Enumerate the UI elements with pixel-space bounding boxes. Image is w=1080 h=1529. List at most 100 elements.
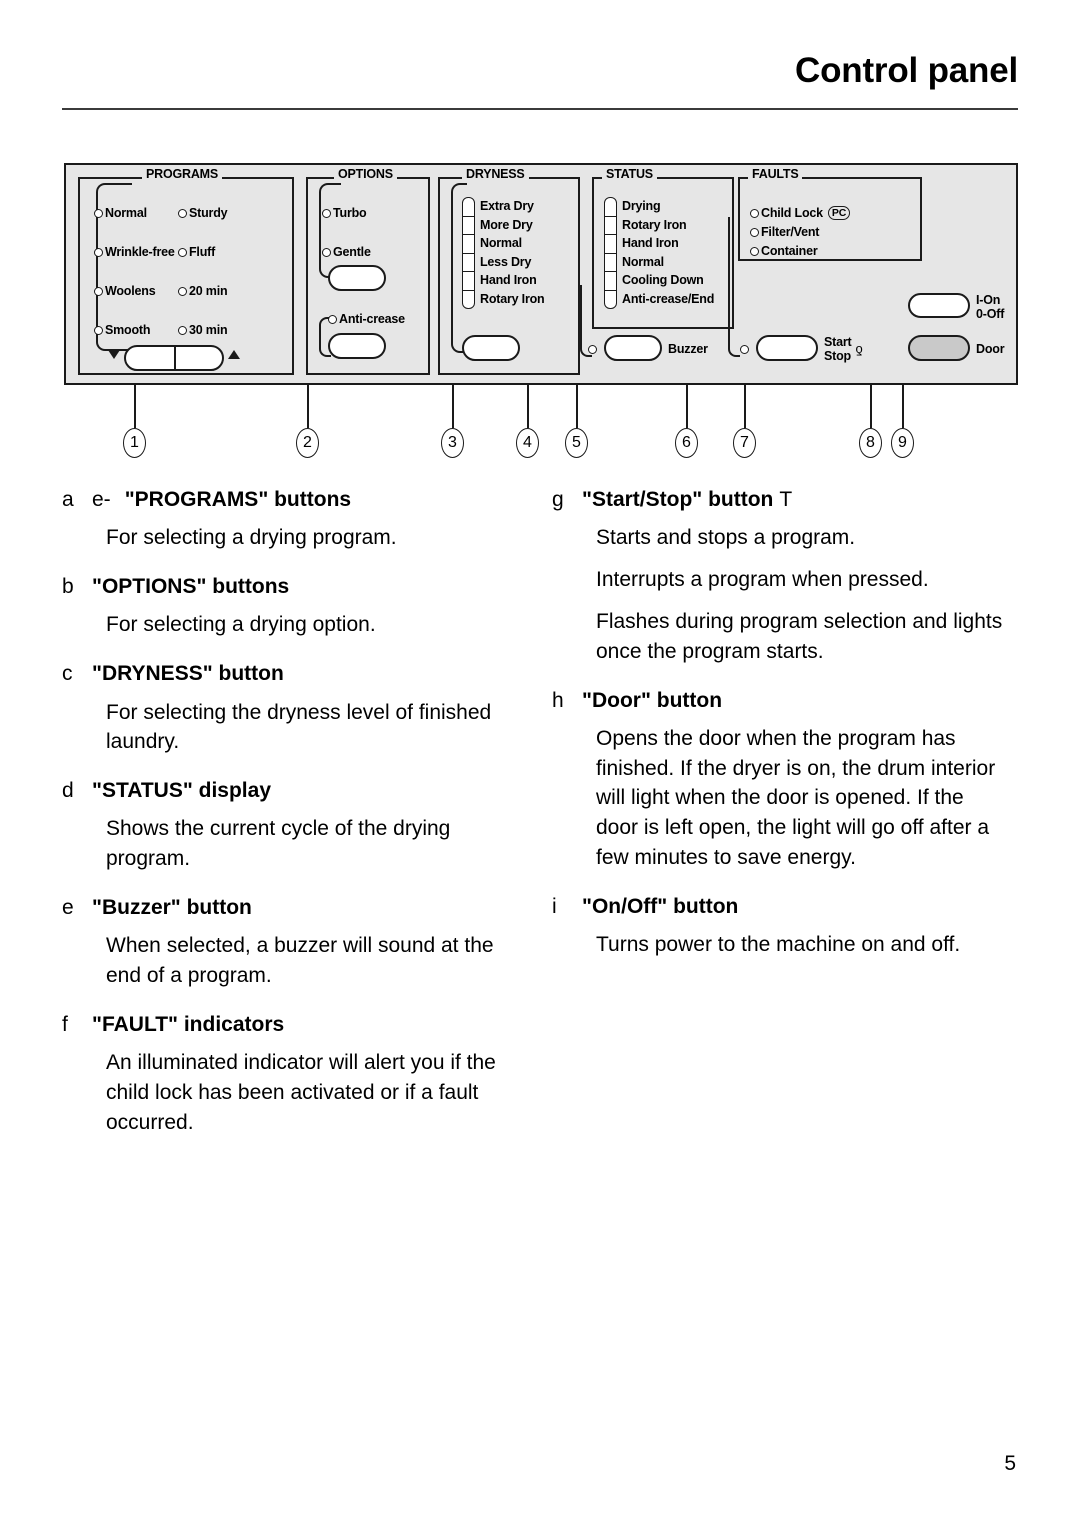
entry-g-paragraph: Interrupts a program when pressed.	[596, 568, 929, 592]
led-icon	[178, 286, 187, 296]
dryness-group-title: DRYNESS	[462, 168, 529, 181]
callout-6: 6	[675, 428, 698, 458]
entry-e-paragraph: When selected, a buzzer will sound at th…	[106, 934, 494, 988]
program-option-woolens[interactable]: Woolens	[94, 284, 156, 298]
entry-a-heading: a e- "PROGRAMS" buttons	[62, 486, 517, 513]
led-icon	[94, 247, 103, 257]
on-line: I-On	[976, 293, 1001, 307]
entry-a-paragraph: For selecting a drying program.	[106, 526, 397, 550]
entry-f-body: An illuminated indicator will alert you …	[106, 1048, 517, 1137]
buzzer-label: Buzzer	[668, 342, 708, 356]
door-button[interactable]	[908, 335, 970, 361]
led-icon	[322, 208, 331, 218]
entry-g-letter: g	[552, 488, 564, 511]
callout-leader	[307, 385, 309, 428]
door-label: Door	[976, 342, 1005, 356]
entry-c: c "DRYNESS" button For selecting the dry…	[62, 660, 517, 757]
entry-a-body: For selecting a drying program.	[106, 523, 517, 553]
on-off-label: I-On 0-Off	[976, 293, 1004, 321]
entry-b: b "OPTIONS" buttons For selecting a dryi…	[62, 573, 517, 640]
program-option-label: 30 min	[189, 323, 228, 337]
anti-crease-button[interactable]	[328, 333, 386, 359]
entry-c-letter: c	[62, 662, 73, 686]
start-stop-text: Start Stop	[824, 335, 852, 363]
level-segment	[605, 217, 616, 236]
entry-f-letter: f	[62, 1012, 68, 1036]
dryness-level-label: Rotary Iron	[480, 291, 545, 306]
callout-group: 1 2 3 4 5 6 7 8 9	[64, 385, 1018, 460]
start-stop-led-icon	[740, 345, 749, 354]
entry-f-heading: f "FAULT" indicators	[62, 1011, 517, 1038]
entry-d-letter: d	[62, 779, 74, 803]
entry-b-body: For selecting a drying option.	[106, 610, 517, 640]
fault-filter-vent: Filter/Vent	[750, 225, 819, 239]
program-option-normal[interactable]: Normal	[94, 206, 147, 220]
callout-5: 5	[565, 428, 588, 458]
dryness-level-bar	[462, 197, 475, 309]
entry-a-title-text: "PROGRAMS" buttons	[124, 488, 352, 511]
entry-b-title: "OPTIONS" buttons	[92, 575, 290, 599]
entry-h-paragraph: Opens the door when the program has fini…	[596, 726, 996, 870]
page-title: Control panel	[795, 51, 1018, 90]
stop-line: Stop	[824, 349, 851, 363]
programs-rocker-button[interactable]	[124, 345, 224, 371]
option-anti-crease[interactable]: Anti-crease	[328, 312, 405, 326]
entry-h-heading: h "Door" button	[552, 687, 1007, 714]
program-option-30min[interactable]: 30 min	[178, 323, 228, 337]
on-off-button[interactable]	[908, 293, 970, 318]
program-option-20min[interactable]: 20 min	[178, 284, 228, 298]
callout-9: 9	[891, 428, 914, 458]
entry-c-title: "DRYNESS" button	[92, 662, 284, 686]
dryness-button[interactable]	[462, 335, 520, 361]
level-segment	[463, 291, 474, 308]
entry-g-paragraph: Starts and stops a program.	[596, 526, 856, 550]
program-option-fluff[interactable]: Fluff	[178, 245, 215, 259]
entry-i-title: "On/Off" button	[582, 894, 739, 918]
status-group-title: STATUS	[602, 168, 657, 181]
buzzer-button[interactable]	[604, 335, 662, 361]
led-icon	[750, 208, 759, 218]
program-option-label: Smooth	[105, 323, 151, 337]
entry-c-heading: c "DRYNESS" button	[62, 660, 517, 687]
fault-label: Filter/Vent	[761, 225, 820, 239]
entry-d: d "STATUS" display Shows the current cyc…	[62, 777, 517, 874]
control-panel-illustration: PROGRAMS Normal Wrinkle-free Woolens Smo…	[64, 163, 1018, 385]
led-icon	[94, 208, 103, 218]
callout-3: 3	[441, 428, 464, 458]
header-divider	[62, 108, 1018, 110]
options-button[interactable]	[328, 265, 386, 291]
entry-d-title: "STATUS" display	[92, 779, 271, 803]
program-option-smooth[interactable]: Smooth	[94, 323, 151, 337]
entry-e-heading: e "Buzzer" button	[62, 894, 517, 921]
option-gentle[interactable]: Gentle	[322, 245, 371, 259]
callout-8: 8	[859, 428, 882, 458]
entry-a-title: e- "PROGRAMS" buttons	[92, 486, 517, 513]
status-level-bar	[604, 197, 617, 309]
triangle-down-icon	[108, 350, 120, 359]
callout-7: 7	[733, 428, 756, 458]
entry-b-heading: b "OPTIONS" buttons	[62, 573, 517, 600]
options-bracket-top	[319, 183, 341, 278]
entry-g-title: "Start/Stop" button T	[582, 486, 1007, 513]
right-column: g "Start/Stop" button T Starts and stops …	[552, 486, 1007, 980]
start-stop-button[interactable]	[756, 335, 818, 361]
dryness-level-label: Hand Iron	[480, 273, 537, 288]
power-glyph-icon: ƍ	[855, 340, 863, 356]
entry-e-title: "Buzzer" button	[92, 896, 252, 920]
pc-badge: PC	[827, 206, 851, 220]
status-level-label: Drying	[622, 199, 661, 213]
entry-c-paragraph: For selecting the dryness level of finis…	[106, 700, 492, 754]
option-turbo[interactable]: Turbo	[322, 206, 367, 220]
option-label: Anti-crease	[339, 312, 405, 326]
status-level-label: Cooling Down	[622, 273, 704, 288]
program-option-sturdy[interactable]: Sturdy	[178, 206, 228, 220]
entry-d-body: Shows the current cycle of the drying pr…	[106, 814, 517, 874]
program-option-label: Normal	[105, 206, 147, 220]
level-segment	[605, 254, 616, 273]
status-level-label: Hand Iron	[622, 236, 679, 251]
level-segment	[463, 198, 474, 217]
triangle-up-icon	[228, 350, 240, 359]
entry-e: e "Buzzer" button When selected, a buzze…	[62, 894, 517, 991]
program-option-wrinkle-free[interactable]: Wrinkle-free	[94, 245, 175, 259]
callout-leader	[576, 385, 578, 428]
